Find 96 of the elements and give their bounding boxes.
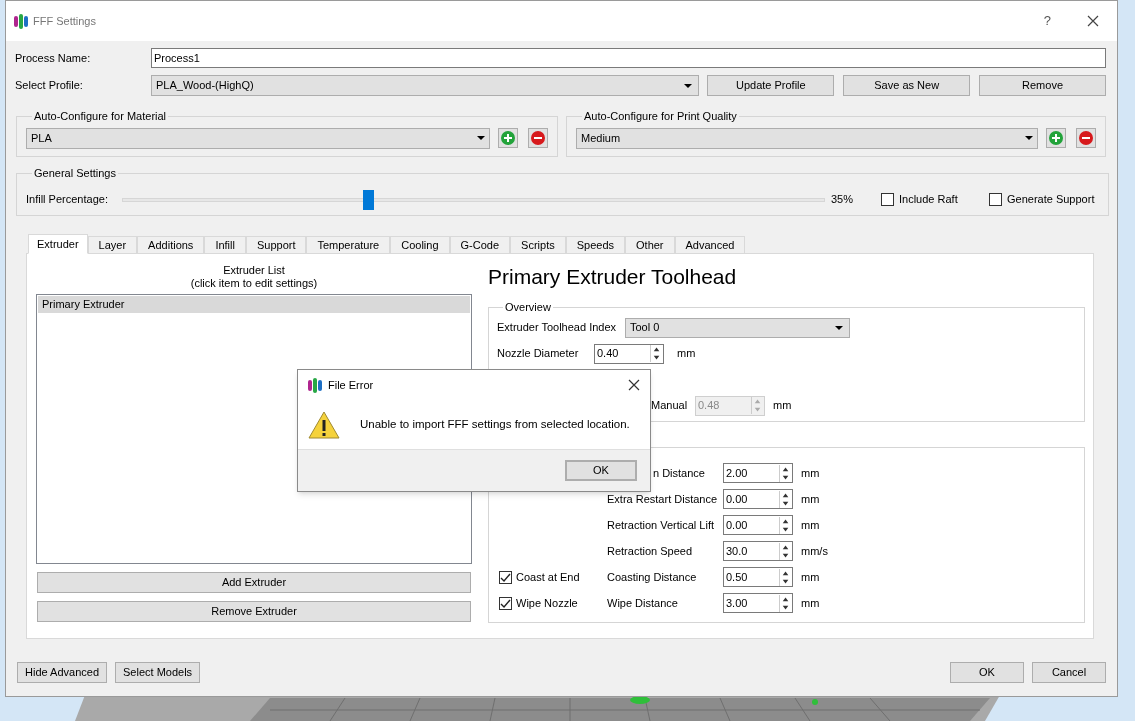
field-label: Extra Restart Distance: [607, 491, 719, 507]
field-label: Process Name:: [15, 50, 92, 66]
checkbox[interactable]: [989, 193, 1002, 206]
checkbox-label[interactable]: Include Raft: [899, 191, 958, 208]
check-icon: [500, 572, 511, 582]
plus-icon: [501, 131, 515, 145]
unit-label: mm/s: [801, 543, 828, 559]
button[interactable]: OK: [950, 662, 1024, 683]
spin-box[interactable]: 0.50: [723, 567, 793, 587]
remove-button[interactable]: [1076, 128, 1096, 148]
checkbox-label[interactable]: Generate Support: [1007, 191, 1095, 208]
tab[interactable]: Additions: [137, 236, 205, 254]
group-title: Auto-Configure for Material: [33, 109, 168, 124]
unit-label: mm: [773, 398, 792, 414]
tab[interactable]: Support: [245, 236, 307, 254]
button[interactable]: Hide Advanced: [17, 662, 107, 683]
tab[interactable]: G-Code: [449, 236, 511, 254]
dropdown[interactable]: Tool 0: [625, 317, 850, 338]
dropdown[interactable]: PLA: [26, 127, 490, 149]
unit-label: mm: [801, 595, 820, 611]
app-logo-icon: [308, 377, 322, 393]
unit-label: mm: [677, 346, 696, 362]
close-icon: [628, 379, 640, 391]
spin-box[interactable]: 30.0: [723, 541, 793, 561]
dropdown[interactable]: PLA_Wood-(HighQ): [151, 75, 700, 96]
field-label: Nozzle Diameter: [497, 346, 580, 362]
window-title: FFF Settings: [33, 13, 96, 29]
tab[interactable]: Temperature: [306, 236, 391, 254]
add-button[interactable]: [1046, 128, 1066, 148]
section-heading: Primary Extruder Toolhead: [488, 264, 738, 290]
text-field[interactable]: Process1: [151, 48, 1106, 68]
list-item[interactable]: Primary Extruder: [38, 296, 470, 313]
add-button[interactable]: [498, 128, 518, 148]
button[interactable]: Add Extruder: [37, 572, 471, 593]
slider-value: 35%: [831, 192, 855, 208]
button[interactable]: Update Profile: [707, 75, 835, 96]
group-title: Auto-Configure for Print Quality: [583, 109, 738, 124]
list-hint: (click item to edit settings): [190, 277, 318, 290]
dropdown-arrow-icon: [684, 83, 693, 88]
minus-icon: [1079, 131, 1093, 145]
checkbox-label[interactable]: Wipe Nozzle: [516, 594, 578, 612]
field-label: Coasting Distance: [607, 569, 698, 585]
field-label: Retraction Speed: [607, 543, 693, 559]
field-label: Infill Percentage:: [26, 192, 109, 208]
checkbox[interactable]: [499, 596, 512, 610]
group-title: Overview: [504, 300, 552, 315]
checkbox[interactable]: [881, 193, 894, 206]
tab[interactable]: Cooling: [390, 236, 450, 254]
minus-icon: [531, 131, 545, 145]
unit-label: mm: [801, 517, 820, 533]
close-icon: [1087, 15, 1099, 27]
dropdown-arrow-icon: [1025, 136, 1033, 140]
list-title: Extruder List: [223, 264, 285, 277]
checkbox-label[interactable]: Coast at End: [516, 568, 580, 586]
warning-icon: [308, 409, 340, 440]
field-label: Extruder Toolhead Index: [497, 320, 618, 336]
field-label: n Distance: [653, 465, 706, 481]
slider-thumb[interactable]: [363, 189, 375, 210]
plus-icon: [1049, 131, 1063, 145]
tab[interactable]: Scripts: [510, 236, 566, 254]
button[interactable]: Save as New: [843, 75, 971, 96]
unit-label: mm: [801, 569, 820, 585]
field-label: Retraction Vertical Lift: [607, 517, 715, 533]
check-icon: [500, 598, 511, 608]
help-button[interactable]: ?: [1043, 11, 1051, 31]
dialog-title: File Error: [328, 377, 374, 393]
tab[interactable]: Advanced: [674, 236, 746, 254]
spin-box[interactable]: 0.40: [594, 343, 664, 364]
dropdown-arrow-icon: [835, 325, 843, 330]
field-label: Wipe Distance: [607, 595, 679, 611]
remove-button[interactable]: [528, 128, 548, 148]
field-label: Select Profile:: [15, 78, 84, 94]
unit-label: mm: [801, 465, 820, 481]
button[interactable]: Cancel: [1032, 662, 1106, 683]
tab[interactable]: Other: [625, 236, 675, 254]
button[interactable]: Select Models: [115, 662, 201, 683]
tab[interactable]: Infill: [204, 236, 246, 254]
dropdown-arrow-icon: [477, 136, 485, 140]
spin-box[interactable]: 2.00: [723, 463, 793, 483]
spin-box[interactable]: 0.00: [723, 489, 793, 509]
slider-track[interactable]: [122, 189, 825, 210]
tab[interactable]: Speeds: [565, 236, 625, 254]
button[interactable]: Remove: [979, 75, 1106, 96]
dialog-message: Unable to import FFF settings from selected location.: [360, 416, 630, 432]
dropdown[interactable]: Medium: [576, 127, 1038, 149]
field-label: Manual: [651, 398, 689, 414]
group-title: General Settings: [33, 166, 117, 181]
tab[interactable]: Extruder: [28, 234, 88, 254]
checkbox[interactable]: [499, 570, 512, 584]
button[interactable]: Remove Extruder: [37, 601, 471, 622]
tab[interactable]: Layer: [87, 236, 138, 254]
spin-box[interactable]: 0.00: [723, 515, 793, 535]
spin-box[interactable]: 3.00: [723, 593, 793, 613]
unit-label: mm: [801, 491, 820, 507]
app-logo-icon: [14, 13, 28, 29]
ok-button[interactable]: OK: [565, 460, 637, 481]
